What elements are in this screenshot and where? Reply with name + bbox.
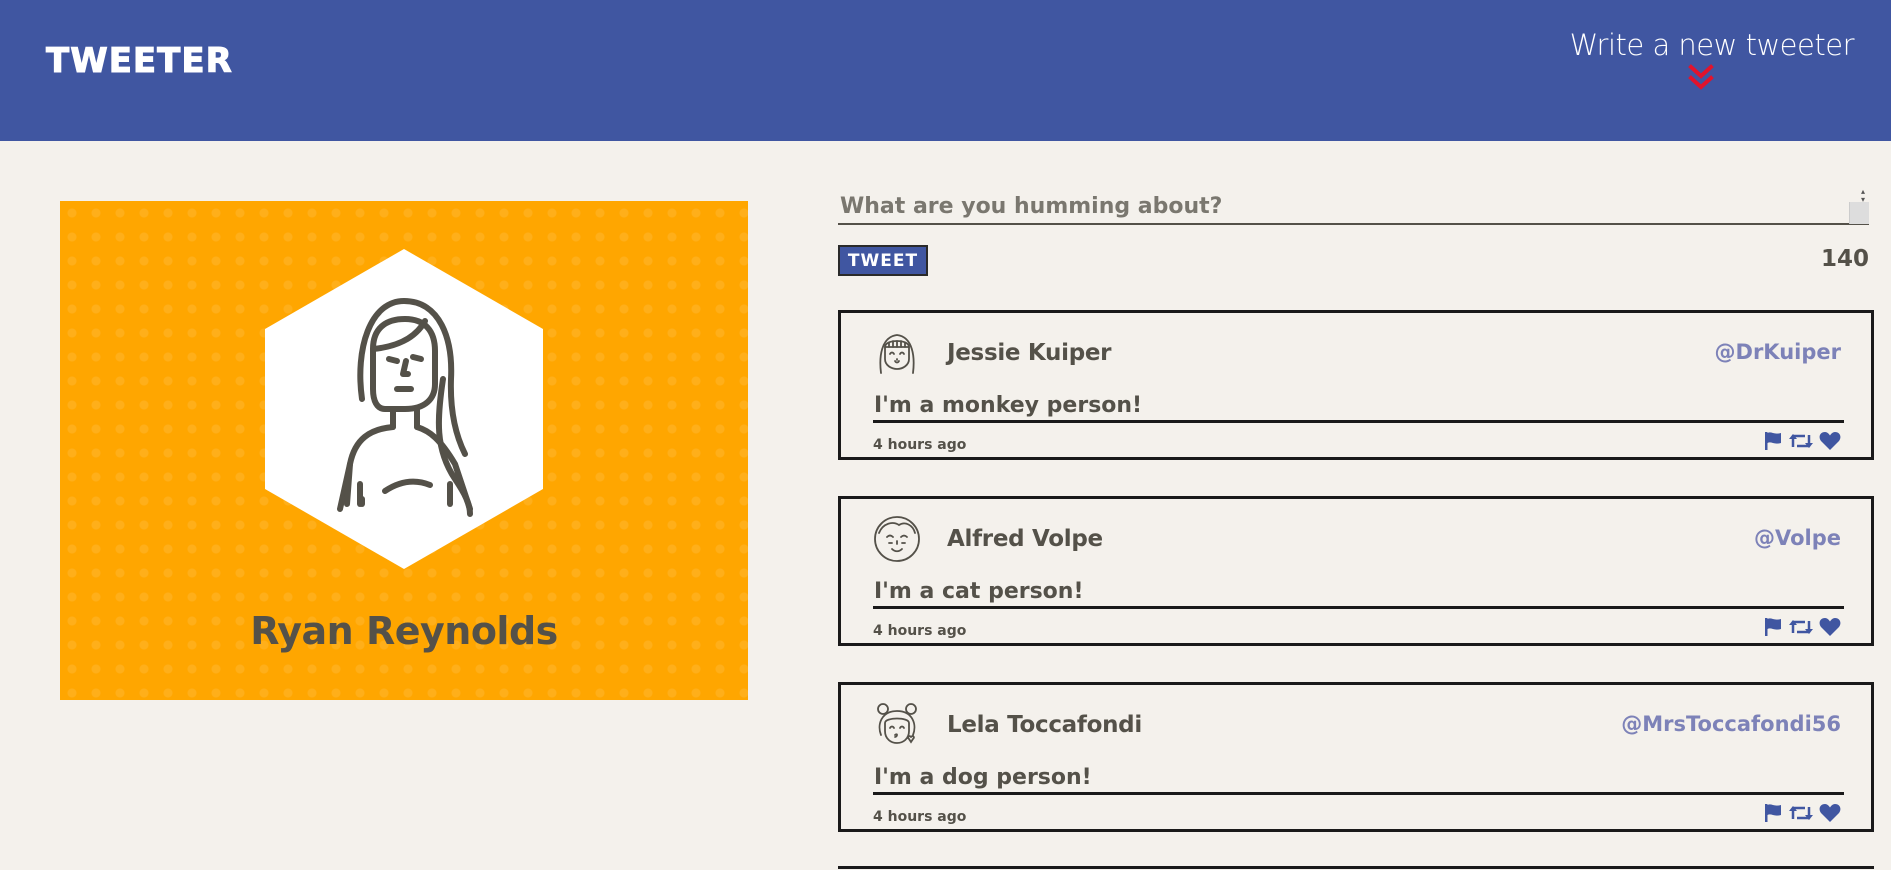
girl-buns-avatar-icon — [877, 703, 917, 744]
heart-icon[interactable] — [1819, 803, 1841, 823]
tweet-actions — [1763, 803, 1841, 823]
girl-bangs-avatar-icon — [879, 334, 915, 374]
tweet-timestamp: 4 hours ago — [873, 437, 967, 453]
compose-toggle-label[interactable]: Write a new tweeter — [1570, 28, 1855, 63]
tweet-author-name: Alfred Volpe — [947, 526, 1103, 552]
tweet-author-name: Jessie Kuiper — [947, 340, 1112, 366]
heart-icon[interactable] — [1819, 617, 1841, 637]
double-chevron-down-icon[interactable] — [1687, 63, 1715, 93]
tweet-actions — [1763, 617, 1841, 637]
boy-avatar-icon — [874, 516, 920, 562]
tweet-content: I'm a dog person! — [873, 765, 1844, 795]
retweet-icon[interactable] — [1789, 617, 1813, 637]
tweet-input[interactable] — [838, 189, 1869, 225]
tweet-card: Jessie Kuiper @DrKuiper I'm a monkey per… — [838, 310, 1874, 460]
retweet-icon[interactable] — [1789, 431, 1813, 451]
character-counter: 140 — [1820, 246, 1869, 272]
flag-icon[interactable] — [1763, 617, 1783, 637]
tweet-timestamp: 4 hours ago — [873, 809, 967, 825]
brand-logo[interactable]: Tweeter — [46, 44, 233, 79]
flag-icon[interactable] — [1763, 431, 1783, 451]
profile-avatar-frame — [265, 249, 543, 569]
compose-toggle[interactable]: Write a new tweeter — [1570, 28, 1855, 93]
tweet-actions — [1763, 431, 1841, 451]
tweet-content: I'm a cat person! — [873, 579, 1844, 609]
tweet-submit-button[interactable]: Tweet — [838, 245, 928, 276]
resize-handle[interactable] — [1849, 202, 1869, 224]
woman-avatar-icon — [265, 249, 543, 569]
heart-icon[interactable] — [1819, 431, 1841, 451]
tweet-author-handle[interactable]: @Volpe — [1754, 526, 1841, 550]
flag-icon[interactable] — [1763, 803, 1783, 823]
top-nav: Tweeter Write a new tweeter — [0, 0, 1891, 141]
tweet-author-handle[interactable]: @MrsToccafondi56 — [1621, 712, 1841, 736]
tweet-card-partial — [838, 866, 1874, 870]
profile-name: Ryan Reynolds — [250, 609, 558, 653]
tweet-card: Alfred Volpe @Volpe I'm a cat person! 4 … — [838, 496, 1874, 646]
tweet-author-name: Lela Toccafondi — [947, 712, 1142, 738]
compose-tweet-form: ▴▾ Tweet 140 — [838, 188, 1869, 279]
tweet-author-handle[interactable]: @DrKuiper — [1715, 340, 1841, 364]
tweet-feed: Jessie Kuiper @DrKuiper I'm a monkey per… — [838, 310, 1874, 868]
tweet-content: I'm a monkey person! — [873, 393, 1844, 423]
tweet-card: Lela Toccafondi @MrsToccafondi56 I'm a d… — [838, 682, 1874, 832]
retweet-icon[interactable] — [1789, 803, 1813, 823]
tweet-timestamp: 4 hours ago — [873, 623, 967, 639]
user-profile-card: Ryan Reynolds — [60, 201, 748, 700]
